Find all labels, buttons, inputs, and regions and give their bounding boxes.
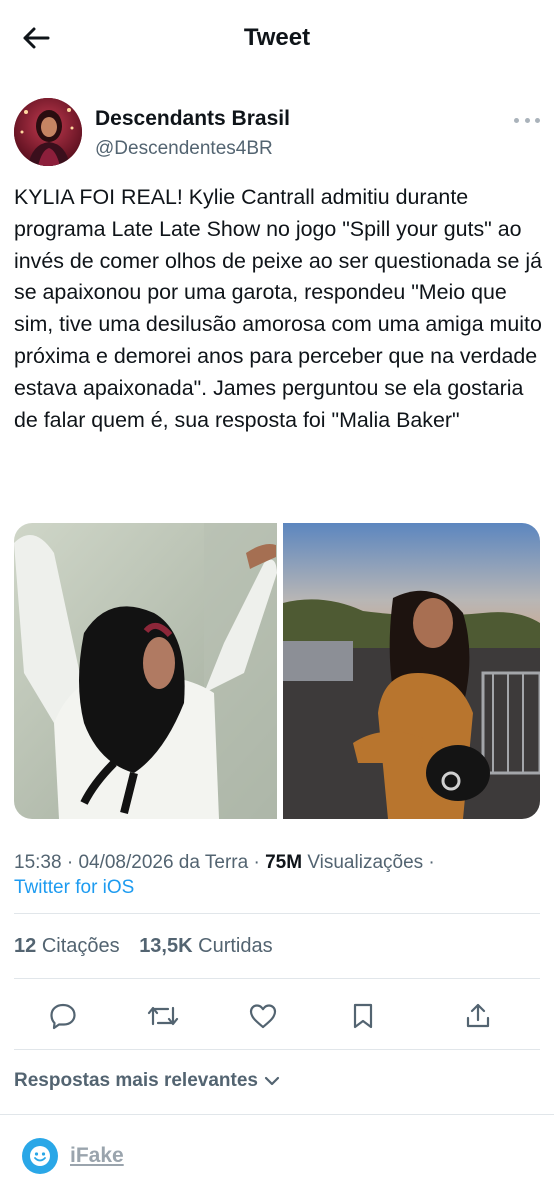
action-bar <box>0 996 554 1036</box>
views-count: 75M <box>265 852 303 873</box>
separator: · <box>66 852 74 873</box>
tweet-meta: 15:38 · 04/08/2026 da Terra · 75M Visual… <box>14 850 540 900</box>
quotes-count: 12 <box>14 935 37 957</box>
quotes-label: Citações <box>41 935 120 957</box>
credit-badge: iFake <box>22 1138 124 1174</box>
photo-1[interactable] <box>14 523 277 819</box>
photo-2[interactable] <box>283 523 540 819</box>
tweet-date: 04/08/2026 da Terra <box>78 852 249 873</box>
dot-icon <box>514 117 519 123</box>
retweet-icon <box>147 1006 179 1026</box>
share-button[interactable] <box>458 996 498 1036</box>
reply-button[interactable] <box>43 996 83 1036</box>
more-options-button[interactable] <box>514 110 540 130</box>
likes-count: 13,5K <box>139 935 193 957</box>
author-name[interactable]: Descendants Brasil <box>95 107 290 131</box>
divider <box>14 913 540 914</box>
retweet-button[interactable] <box>143 996 183 1036</box>
author-handle[interactable]: @Descendentes4BR <box>95 138 273 160</box>
page-title: Tweet <box>243 24 311 51</box>
divider <box>14 978 540 979</box>
tweet-author: Descendants Brasil @Descendentes4BR <box>14 98 540 168</box>
replies-sort-label: Respostas mais relevantes <box>14 1070 258 1091</box>
avatar[interactable] <box>14 98 82 166</box>
tweet-text: KYLIA FOI REAL! Kylie Cantrall admitiu d… <box>14 185 548 432</box>
separator: · <box>428 852 435 873</box>
tweet-media <box>14 523 540 819</box>
separator: · <box>253 852 260 873</box>
dot-icon <box>524 117 530 123</box>
tweet-stats: 12 Citações 13,5K Curtidas <box>14 935 287 958</box>
bookmark-icon <box>353 1003 373 1029</box>
share-icon <box>466 1003 490 1028</box>
divider <box>0 1114 554 1115</box>
like-icon <box>249 1004 277 1029</box>
likes-label: Curtidas <box>198 935 273 957</box>
bookmark-button[interactable] <box>343 996 383 1036</box>
credit-label[interactable]: iFake <box>70 1144 124 1168</box>
quotes-stat[interactable]: 12 Citações <box>14 935 120 958</box>
likes-stat[interactable]: 13,5K Curtidas <box>139 935 272 958</box>
smiley-icon <box>22 1138 58 1174</box>
replies-sort-dropdown[interactable]: Respostas mais relevantes <box>14 1070 280 1092</box>
dot-icon <box>535 117 540 123</box>
divider <box>14 1049 540 1050</box>
tweet-time: 15:38 <box>14 852 62 873</box>
reply-icon <box>50 1003 76 1030</box>
chevron-down-icon <box>264 1076 280 1086</box>
source-link[interactable]: Twitter for iOS <box>14 877 134 898</box>
top-bar: Tweet <box>0 0 554 80</box>
like-button[interactable] <box>243 996 283 1036</box>
views-label: Visualizações <box>307 852 424 873</box>
